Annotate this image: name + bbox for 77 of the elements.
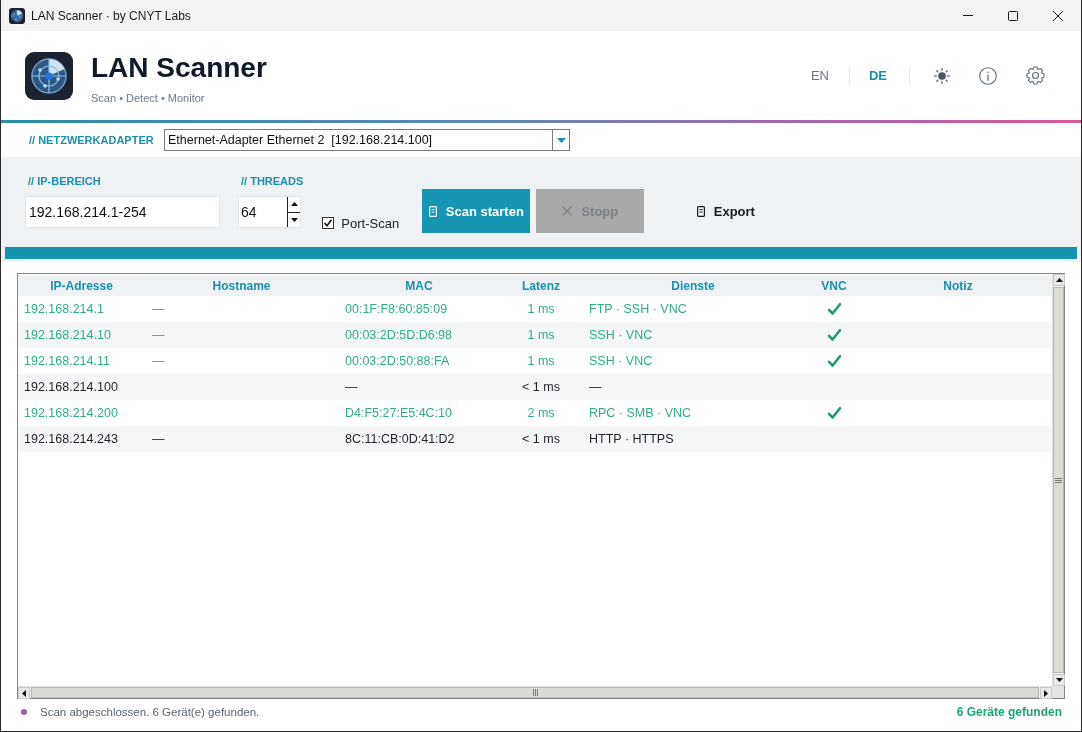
device-count: 6 Geräte gefunden — [956, 705, 1062, 719]
column-header: Latenz — [521, 278, 561, 293]
scroll-up-button[interactable] — [1053, 274, 1065, 286]
column-header: VNC — [820, 278, 848, 293]
table-cell-text: — — [151, 354, 166, 368]
close-icon — [1052, 10, 1063, 21]
grip-icon — [1055, 477, 1062, 483]
table-cell-text: SSH · VNC — [588, 328, 654, 342]
status-dot-icon — [21, 709, 27, 715]
info-icon[interactable] — [979, 66, 997, 85]
ip-range-field[interactable]: 192.168.214.1-254 — [25, 196, 220, 228]
table-cell-text: HTTP · HTTPS — [588, 432, 675, 446]
table-cell-text: 1 ms — [526, 328, 556, 342]
table-cell-text: — — [151, 302, 166, 316]
table-cell-text: — — [344, 380, 359, 394]
table-cell-text: — — [151, 432, 166, 446]
table-cell-text: RPC · SMB · VNC — [588, 406, 693, 420]
document-icon — [696, 205, 705, 217]
dropdown-arrow-icon — [556, 137, 566, 143]
table-cell-text: SSH · VNC — [588, 354, 654, 368]
right-arrow-icon — [1044, 689, 1048, 697]
table-cell-text: 192.168.214.243 — [23, 432, 119, 446]
threads-spinbox[interactable]: 64 — [238, 196, 301, 228]
down-arrow-icon — [1055, 678, 1063, 682]
table-cell-text: 2 ms — [526, 406, 556, 420]
scroll-down-button[interactable] — [1053, 674, 1065, 686]
column-header: MAC — [404, 278, 434, 293]
window-title: LAN Scanner · by CNYT Labs — [31, 8, 191, 23]
adapter-dropdown[interactable]: Ethernet-Adapter Ethernet 2 [192.168.214.100] — [164, 129, 570, 151]
column-header: Notiz — [942, 278, 974, 293]
table-cell-text: 00:1F:F8:60:85:09 — [344, 302, 449, 316]
table-cell-text: 192.168.214.10 — [23, 328, 112, 342]
table-cell-text: 192.168.214.1 — [23, 302, 105, 316]
minimize-icon — [962, 15, 973, 16]
maximize-icon — [1007, 10, 1018, 21]
column-header: Hostname — [211, 278, 272, 293]
radar-icon — [25, 51, 73, 100]
table-cell-text: 00:03:2D:5D:D6:98 — [344, 328, 453, 342]
table-cell-text: 192.168.214.100 — [23, 380, 119, 394]
scroll-right-button[interactable] — [1040, 687, 1052, 699]
table-cell-text: 8C:11:CB:0D:41:D2 — [344, 432, 456, 446]
document-icon — [428, 205, 437, 217]
app-title: LAN Scanner — [91, 50, 267, 85]
spin-up-button[interactable] — [287, 197, 300, 212]
scroll-left-button[interactable] — [18, 687, 30, 699]
checkbox-label[interactable]: Port-Scan — [341, 215, 400, 231]
table-cell-text: 00:03:2D:50:88:FA — [344, 354, 451, 368]
radar-icon — [9, 7, 25, 24]
grip-icon — [532, 689, 538, 696]
checkbox[interactable] — [322, 217, 335, 229]
field-label: // NETZWERKADAPTER — [29, 134, 155, 146]
table-cell-text: 192.168.214.200 — [23, 406, 119, 420]
table-cell-text: FTP · SSH · VNC — [588, 302, 688, 316]
language-option[interactable]: EN — [810, 68, 829, 83]
field-label: // IP-BEREICH — [27, 174, 102, 188]
settings-icon[interactable] — [1026, 66, 1045, 85]
table-cell-text: < 1 ms — [521, 432, 561, 446]
table-cell-text: — — [588, 380, 603, 394]
table-cell-text: — — [151, 328, 166, 342]
export-button[interactable]: Export — [683, 189, 769, 233]
up-arrow-icon — [1055, 278, 1063, 282]
table-cell-text: < 1 ms — [521, 380, 561, 394]
table-cell-text: 192.168.214.11 — [23, 354, 111, 368]
field-label: // THREADS — [240, 174, 304, 188]
sun-icon[interactable] — [933, 66, 951, 85]
app-tagline: Scan • Detect • Monitor — [91, 90, 206, 105]
table-cell-text: D4:F5:27:E5:4C:10 — [344, 406, 453, 420]
column-header: Dienste — [670, 278, 716, 293]
up-arrow-icon — [290, 202, 298, 207]
x-icon — [562, 206, 573, 216]
table-cell-text: 1 ms — [526, 354, 556, 368]
left-arrow-icon — [22, 689, 26, 697]
status-message: Scan abgeschlossen. 6 Gerät(e) gefunden. — [40, 706, 260, 718]
table-cell-text: 1 ms — [526, 302, 556, 316]
language-option[interactable]: DE — [868, 68, 887, 83]
column-header: IP-Adresse — [49, 278, 114, 293]
down-arrow-icon — [290, 217, 298, 222]
